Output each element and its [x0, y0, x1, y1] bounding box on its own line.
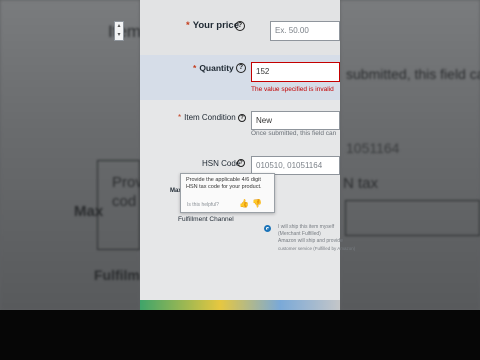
quantity-input[interactable]: 152 — [251, 62, 340, 82]
fulfillment-option-line-3: Amazon will ship and provide — [278, 238, 343, 244]
background-max-text: Max — [74, 203, 104, 220]
background-hsn-text: 1051164 — [346, 140, 400, 156]
tooltip-feedback-prompt: Is this helpful? — [187, 202, 219, 208]
condition-select[interactable]: New — [251, 111, 340, 130]
price-help-icon[interactable]: ? — [235, 21, 245, 31]
background-provide-text: Prov — [112, 174, 143, 191]
quantity-value: 152 — [256, 67, 270, 76]
required-marker: * — [193, 63, 197, 73]
taskbar-strip — [140, 300, 340, 310]
background-item-label: Item — [108, 22, 142, 41]
condition-label: * Item Condition — [178, 113, 236, 122]
quantity-error-message: The value specified is invalid — [251, 86, 334, 93]
background-bottom-bar — [0, 310, 480, 360]
thumbs-down-icon[interactable]: 👎 — [252, 200, 262, 208]
hsn-placeholder: 010510, 01051164 — [256, 161, 323, 170]
background-code-text: cod — [112, 193, 137, 210]
thumbs-up-icon[interactable]: 👍 — [239, 200, 249, 208]
condition-value: New — [256, 116, 273, 125]
required-marker: * — [186, 20, 190, 31]
fulfillment-option-line-2: (Merchant Fulfilled) — [278, 231, 321, 237]
required-marker: * — [178, 113, 182, 122]
fulfillment-label: Fulfillment Channel — [178, 216, 234, 223]
tooltip-text: Provide the applicable 4/6 digit HSN tax… — [186, 177, 262, 190]
background-tax-text: N tax — [343, 175, 379, 192]
hsn-label: HSN Code — [202, 159, 241, 168]
fulfillment-option-line-4: customer service (Fulfilled by Amazon) — [278, 246, 356, 251]
price-stepper[interactable]: ▴ ▾ — [114, 21, 124, 41]
quantity-label: * Quantity — [193, 63, 234, 73]
price-label: * Your price — [186, 20, 239, 31]
form-screenshot — [140, 0, 340, 310]
price-placeholder: Ex. 50.00 — [275, 26, 309, 35]
background-fulfil-text: Fulfilm — [94, 267, 140, 283]
quantity-help-icon[interactable]: ? — [236, 63, 246, 73]
background-left — [0, 0, 140, 310]
background-input-box — [345, 200, 480, 236]
price-input[interactable]: Ex. 50.00 — [270, 21, 340, 41]
hsn-tooltip: Provide the applicable 4/6 digit HSN tax… — [180, 173, 275, 213]
fulfillment-radio-merchant[interactable] — [264, 225, 271, 232]
fulfillment-option-line-1: I will ship this item myself — [278, 224, 335, 230]
background-submitted-text: submitted, this field can — [346, 66, 480, 82]
condition-note: Once submitted, this field can — [251, 130, 337, 137]
condition-help-icon[interactable]: ? — [238, 114, 246, 122]
hsn-help-icon[interactable]: ? — [237, 159, 245, 167]
